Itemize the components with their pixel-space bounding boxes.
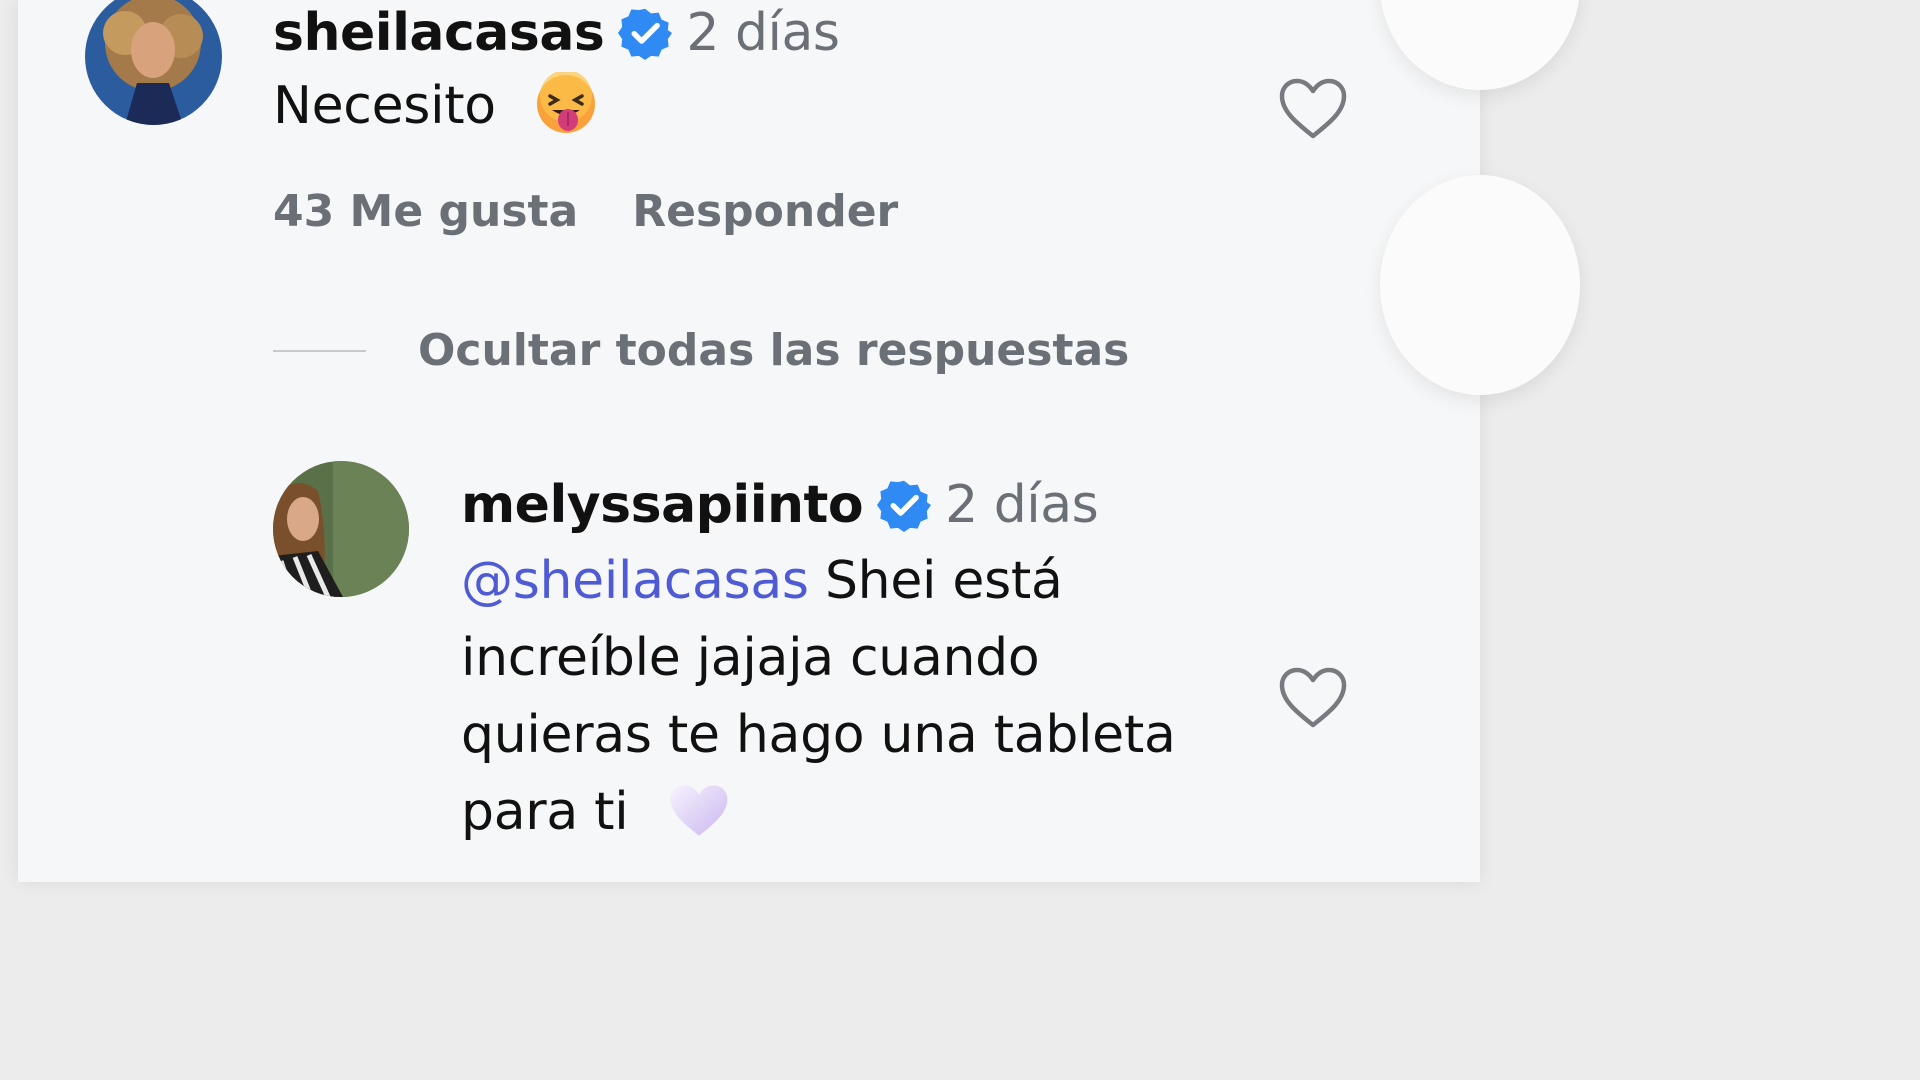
white-heart-emoji	[670, 785, 727, 836]
reply-text: @sheilacasas Shei está increíble jajaja …	[461, 543, 1176, 851]
like-heart-icon[interactable]	[1278, 667, 1348, 729]
hide-replies-label: Ocultar todas las respuestas	[418, 325, 1130, 376]
comment-actions: 43 Me gusta Responder	[273, 186, 898, 237]
likes-count-button[interactable]: 43 Me gusta	[273, 186, 578, 237]
comment-text: Necesito	[273, 68, 598, 145]
reply-line-4-text: para ti	[461, 782, 629, 842]
reply-avatar[interactable]	[273, 461, 409, 597]
comment-body: Necesito	[273, 76, 496, 136]
reply-author: melyssapiinto 2 días	[461, 475, 1099, 535]
like-heart-icon[interactable]	[1278, 78, 1348, 140]
timestamp[interactable]: 2 días	[686, 3, 840, 63]
reply-line-2: increíble jajaja cuando	[461, 628, 1040, 688]
reply-line-4: para ti	[461, 774, 1176, 851]
verified-badge-icon	[618, 8, 673, 60]
username[interactable]: sheilacasas	[273, 3, 605, 63]
face-with-tongue-emoji	[537, 72, 596, 133]
reply-line-3: quieras te hago una tableta	[461, 705, 1176, 765]
timestamp[interactable]: 2 días	[945, 475, 1099, 535]
replies-divider	[273, 349, 366, 352]
comment-author: sheilacasas 2 días	[273, 3, 840, 63]
hide-replies-button[interactable]: Ocultar todas las respuestas	[273, 325, 1129, 376]
username[interactable]: melyssapiinto	[461, 475, 864, 535]
reply-line-1: @sheilacasas Shei está	[461, 543, 1176, 620]
mention-link[interactable]: @sheilacasas	[461, 551, 809, 611]
verified-badge-icon	[877, 480, 932, 532]
reply-button[interactable]: Responder	[632, 186, 898, 237]
background-bubble-middle	[1380, 175, 1580, 395]
reply-line-1-text: Shei está	[808, 551, 1063, 611]
